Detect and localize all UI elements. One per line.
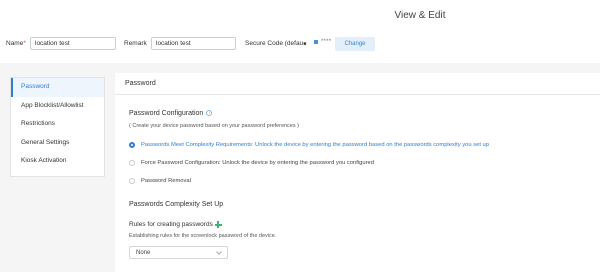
sidebar-item-app-blocklist[interactable]: App Blocklist/Allowlist bbox=[11, 97, 104, 116]
sidebar-item-password[interactable]: Password bbox=[11, 78, 104, 97]
rules-select[interactable]: None bbox=[129, 246, 228, 259]
secure-code-indicator bbox=[314, 40, 318, 44]
name-input[interactable] bbox=[30, 37, 116, 50]
rules-select-value: None bbox=[136, 249, 151, 256]
password-panel: Password Password Configuration i ( Creat… bbox=[115, 73, 600, 272]
sidebar-item-general-settings[interactable]: General Settings bbox=[11, 134, 104, 153]
config-subtitle: ( Create your device password based on y… bbox=[129, 123, 299, 129]
top-bar: View & Edit Name* Remark Secure Code (de… bbox=[0, 0, 600, 63]
name-label: Name* bbox=[6, 40, 26, 47]
radio-force[interactable] bbox=[129, 160, 135, 166]
option-complexity[interactable]: Passwords Meet Complexity Requirements: … bbox=[129, 142, 489, 148]
remark-label: Remark bbox=[124, 40, 147, 47]
sidebar-item-kiosk-activation[interactable]: Kiosk Activation bbox=[11, 152, 104, 171]
rules-title: Rules for creating passwords bbox=[129, 221, 222, 228]
secure-code-label: Secure Code (defau■ bbox=[245, 40, 307, 47]
option-force-label: Force Password Configuration: Unlock the… bbox=[141, 160, 374, 166]
chevron-down-icon bbox=[216, 248, 222, 255]
change-button[interactable]: Change bbox=[335, 37, 375, 51]
option-removal-label: Password Removal bbox=[141, 178, 191, 184]
add-icon[interactable] bbox=[214, 221, 222, 228]
secure-code-value: **** bbox=[321, 39, 332, 45]
required-mark: * bbox=[23, 40, 26, 47]
page-title: View & Edit bbox=[394, 10, 446, 21]
remark-input[interactable] bbox=[151, 37, 236, 50]
settings-sidebar: Password App Blocklist/Allowlist Restric… bbox=[10, 77, 105, 177]
option-force[interactable]: Force Password Configuration: Unlock the… bbox=[129, 160, 374, 166]
panel-header: Password bbox=[115, 73, 600, 95]
rules-description: Establishing rules for the screenlock pa… bbox=[129, 233, 277, 239]
info-icon[interactable]: i bbox=[206, 110, 213, 117]
config-section-title: Password Configuration i bbox=[129, 110, 213, 117]
sidebar-item-restrictions[interactable]: Restrictions bbox=[11, 115, 104, 134]
option-removal[interactable]: Password Removal bbox=[129, 178, 191, 184]
complexity-section-title: Passwords Complexity Set Up bbox=[129, 201, 224, 208]
radio-removal[interactable] bbox=[129, 178, 135, 184]
radio-complexity[interactable] bbox=[129, 142, 135, 148]
option-complexity-label: Passwords Meet Complexity Requirements: … bbox=[141, 142, 489, 148]
